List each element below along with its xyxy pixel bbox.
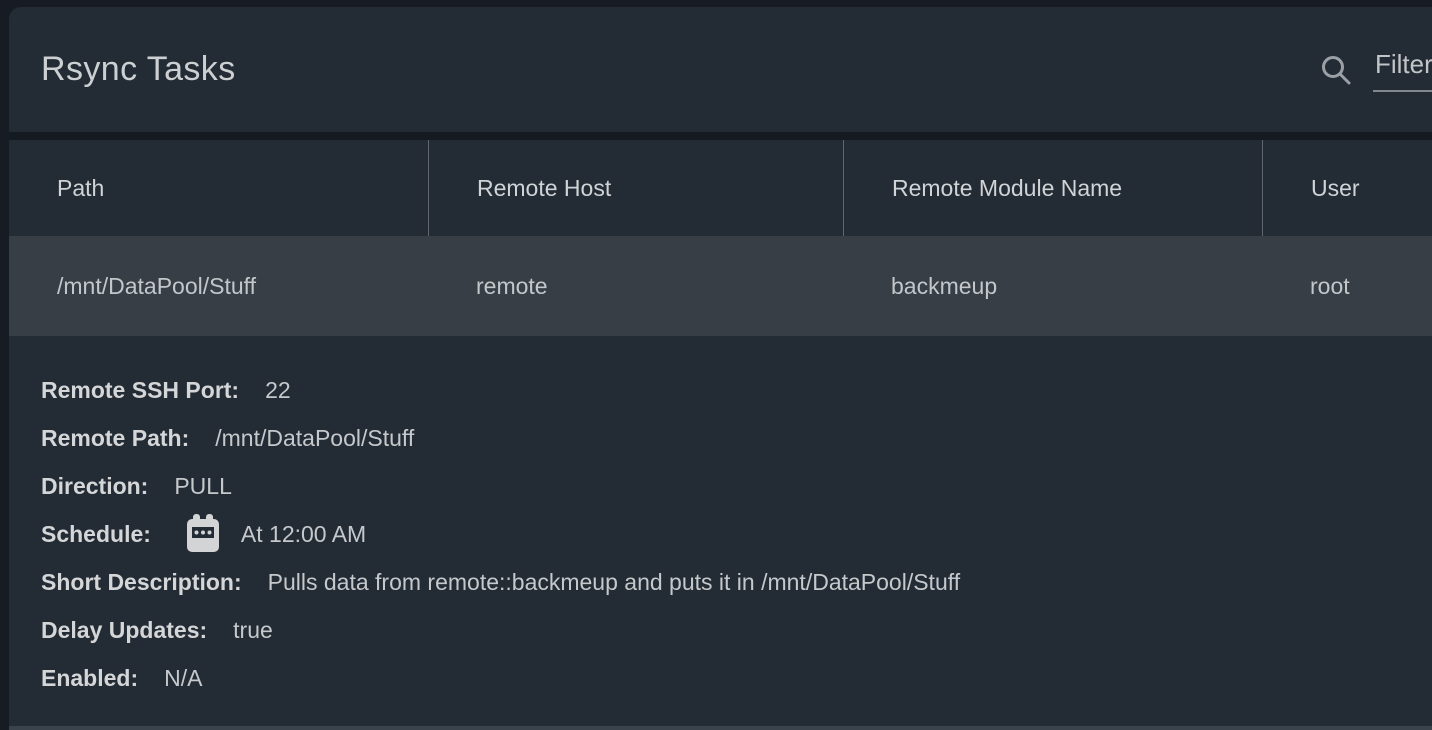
panel-toolbar: Rsync Tasks [9, 7, 1432, 132]
detail-label: Direction: [41, 473, 148, 500]
table-row[interactable]: /mnt/DataPool/Stuff remote backmeup root [9, 236, 1432, 336]
detail-label: Schedule: [41, 521, 151, 548]
row-details: Remote SSH Port: 22 Remote Path: /mnt/Da… [9, 336, 1432, 702]
page-title: Rsync Tasks [41, 50, 236, 89]
detail-direction: Direction: PULL [41, 462, 1432, 510]
search-icon [1319, 53, 1353, 87]
filter-input[interactable] [1373, 47, 1432, 92]
detail-delay-updates: Delay Updates: true [41, 606, 1432, 654]
column-header-path[interactable]: Path [9, 140, 428, 236]
filter-group [1319, 7, 1432, 132]
detail-value: At 12:00 AM [241, 521, 366, 548]
detail-value: N/A [164, 665, 202, 692]
detail-label: Remote Path: [41, 425, 189, 452]
column-header-remote-module-name[interactable]: Remote Module Name [843, 140, 1262, 236]
detail-label: Short Description: [41, 569, 242, 596]
detail-value: /mnt/DataPool/Stuff [215, 425, 414, 452]
detail-value: true [233, 617, 273, 644]
detail-label: Delay Updates: [41, 617, 207, 644]
cell-path: /mnt/DataPool/Stuff [9, 236, 428, 336]
calendar-icon [185, 514, 221, 554]
toolbar-table-divider [9, 132, 1432, 140]
detail-remote-path: Remote Path: /mnt/DataPool/Stuff [41, 414, 1432, 462]
cell-remote-host: remote [428, 236, 843, 336]
detail-enabled: Enabled: N/A [41, 654, 1432, 702]
detail-label: Enabled: [41, 665, 138, 692]
detail-short-description: Short Description: Pulls data from remot… [41, 558, 1432, 606]
column-header-user[interactable]: User [1262, 140, 1432, 236]
detail-value: Pulls data from remote::backmeup and put… [268, 569, 960, 596]
rsync-tasks-panel: Rsync Tasks Path Remote Host Remote Modu… [9, 7, 1432, 730]
cell-remote-module-name: backmeup [843, 236, 1262, 336]
cell-user: root [1262, 236, 1432, 336]
detail-value: PULL [174, 473, 232, 500]
detail-label: Remote SSH Port: [41, 377, 239, 404]
detail-remote-ssh-port: Remote SSH Port: 22 [41, 366, 1432, 414]
table-header-row: Path Remote Host Remote Module Name User [9, 140, 1432, 236]
detail-schedule: Schedule: At 12:00 AM [41, 510, 1432, 558]
column-header-remote-host[interactable]: Remote Host [428, 140, 843, 236]
footer-divider [9, 726, 1432, 730]
detail-value: 22 [265, 377, 291, 404]
